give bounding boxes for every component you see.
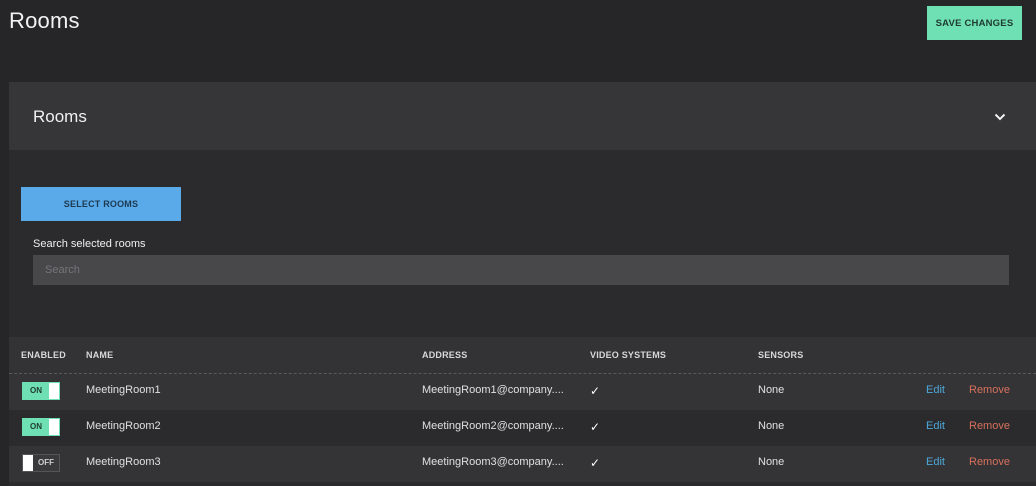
chevron-down-icon: [994, 113, 1006, 121]
remove-link[interactable]: Remove: [969, 420, 1010, 432]
table-row: OFF MeetingRoom3 MeetingRoom3@company...…: [9, 446, 1036, 482]
save-changes-button[interactable]: SAVE CHANGES: [927, 6, 1022, 40]
check-icon: ✓: [590, 456, 601, 470]
table-header: ENABLED NAME ADDRESS VIDEO SYSTEMS SENSO…: [9, 337, 1036, 374]
search-input[interactable]: [33, 255, 1009, 285]
column-header-enabled: ENABLED: [21, 350, 66, 360]
table-row: ON MeetingRoom1 MeetingRoom1@company....…: [9, 374, 1036, 410]
rooms-panel: Rooms SELECT ROOMS Search selected rooms…: [9, 82, 1036, 486]
room-sensors: None: [758, 420, 785, 432]
panel-title: Rooms: [33, 107, 87, 126]
enabled-toggle[interactable]: ON: [22, 382, 60, 400]
room-name: MeetingRoom3: [86, 456, 161, 468]
page-title: Rooms: [9, 8, 80, 33]
select-rooms-button[interactable]: SELECT ROOMS: [21, 187, 181, 221]
room-address: MeetingRoom2@company....: [422, 420, 564, 432]
column-header-video-systems: VIDEO SYSTEMS: [590, 350, 667, 360]
enabled-toggle[interactable]: ON: [22, 418, 60, 436]
check-icon: ✓: [590, 384, 601, 398]
column-header-name: NAME: [86, 350, 114, 360]
room-name: MeetingRoom1: [86, 384, 161, 396]
toggle-knob: [49, 383, 59, 399]
panel-header[interactable]: Rooms: [9, 82, 1036, 150]
toggle-label: ON: [30, 386, 42, 395]
room-address: MeetingRoom3@company....: [422, 456, 564, 468]
collapse-toggle[interactable]: [989, 108, 1011, 126]
room-sensors: None: [758, 456, 785, 468]
remove-link[interactable]: Remove: [969, 456, 1010, 468]
toggle-knob: [49, 419, 59, 435]
room-sensors: None: [758, 384, 785, 396]
toggle-label: OFF: [38, 458, 54, 467]
rooms-table: ENABLED NAME ADDRESS VIDEO SYSTEMS SENSO…: [9, 337, 1036, 482]
enabled-toggle[interactable]: OFF: [22, 454, 60, 472]
edit-link[interactable]: Edit: [926, 456, 945, 468]
room-name: MeetingRoom2: [86, 420, 161, 432]
search-label: Search selected rooms: [33, 238, 146, 250]
check-icon: ✓: [590, 420, 601, 434]
column-header-sensors: SENSORS: [758, 350, 804, 360]
remove-link[interactable]: Remove: [969, 384, 1010, 396]
edit-link[interactable]: Edit: [926, 384, 945, 396]
column-header-address: ADDRESS: [422, 350, 468, 360]
room-address: MeetingRoom1@company....: [422, 384, 564, 396]
table-row: ON MeetingRoom2 MeetingRoom2@company....…: [9, 410, 1036, 446]
toggle-knob: [23, 455, 33, 471]
edit-link[interactable]: Edit: [926, 420, 945, 432]
toggle-label: ON: [30, 422, 42, 431]
